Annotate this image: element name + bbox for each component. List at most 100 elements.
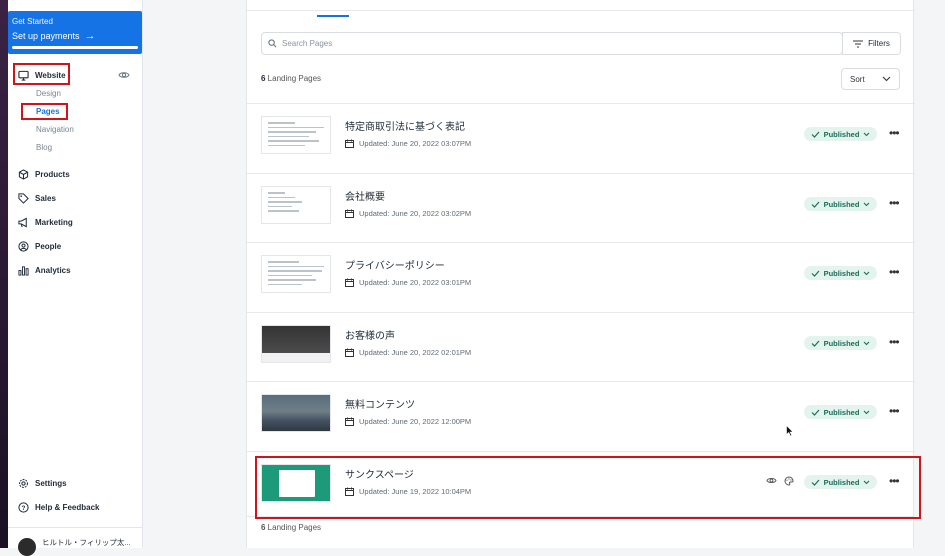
promo-small-label: Get Started xyxy=(12,17,53,26)
eye-icon[interactable] xyxy=(118,70,130,80)
list-item[interactable]: 無料コンテンツ Updated: June 20, 2022 12:00PM P… xyxy=(247,382,915,451)
count-label: Landing Pages xyxy=(265,74,322,83)
bar-chart-icon xyxy=(18,266,29,276)
tag-icon xyxy=(18,193,29,204)
page-thumbnail xyxy=(261,116,331,154)
page-thumbnail xyxy=(261,325,331,363)
calendar-icon xyxy=(345,278,354,287)
updated-text: Updated: June 20, 2022 12:00PM xyxy=(359,417,472,426)
sidebar-item-sales[interactable]: Sales xyxy=(18,193,56,204)
sidebar-item-people[interactable]: People xyxy=(18,241,61,252)
check-icon xyxy=(811,131,820,138)
page-updated: Updated: June 20, 2022 03:07PM xyxy=(345,139,471,148)
sidebar-subitem-design[interactable]: Design xyxy=(36,89,61,98)
more-options-icon[interactable]: ••• xyxy=(889,336,900,348)
megaphone-icon xyxy=(18,217,27,228)
filters-button[interactable]: Filters xyxy=(842,32,901,55)
sidebar-item-label: Marketing xyxy=(35,218,73,227)
landing-pages-count-footer: 6 Landing Pages xyxy=(261,523,321,532)
status-badge[interactable]: Published xyxy=(804,336,877,350)
chevron-down-icon xyxy=(864,202,870,206)
updated-text: Updated: June 20, 2022 02:01PM xyxy=(359,348,472,357)
list-item[interactable]: プライバシーポリシー Updated: June 20, 2022 03:01P… xyxy=(247,243,915,312)
sidebar-item-products[interactable]: Products xyxy=(18,169,70,180)
sort-dropdown[interactable]: Sort xyxy=(841,68,900,90)
status-badge[interactable]: Published xyxy=(804,405,877,419)
page-title[interactable]: 無料コンテンツ xyxy=(345,396,415,411)
list-item[interactable]: お客様の声 Updated: June 20, 2022 02:01PM Pub… xyxy=(247,313,915,382)
status-badge[interactable]: Published xyxy=(804,266,877,280)
search-input[interactable] xyxy=(282,39,822,48)
sidebar-item-analytics[interactable]: Analytics xyxy=(18,265,71,276)
updated-text: Updated: June 20, 2022 03:02PM xyxy=(359,209,472,218)
check-icon xyxy=(811,340,820,347)
page-title[interactable]: 会社概要 xyxy=(345,188,385,203)
calendar-icon xyxy=(345,209,354,218)
page-thumbnail xyxy=(261,255,331,293)
more-options-icon[interactable]: ••• xyxy=(889,405,900,417)
window-edge xyxy=(0,0,8,548)
more-options-icon[interactable]: ••• xyxy=(889,127,900,139)
highlight-box-pages xyxy=(21,103,68,120)
user-name: ヒルトル・フィリップ太... xyxy=(42,538,131,547)
sidebar-item-label: Settings xyxy=(35,479,67,488)
check-icon xyxy=(811,201,820,208)
list-item[interactable]: 特定商取引法に基づく表記 Updated: June 20, 2022 03:0… xyxy=(247,104,915,173)
page-thumbnail xyxy=(261,394,331,432)
page-title[interactable]: プライバシーポリシー xyxy=(345,257,445,272)
status-label: Published xyxy=(823,338,860,348)
sort-label: Sort xyxy=(850,74,865,84)
filter-lines-icon xyxy=(853,39,864,48)
status-label: Published xyxy=(823,129,860,139)
box-icon xyxy=(18,169,29,180)
landing-pages-count: 6 Landing Pages xyxy=(261,74,321,83)
search-bar xyxy=(261,32,843,55)
status-badge[interactable]: Published xyxy=(804,127,877,141)
chevron-down-icon xyxy=(864,271,870,275)
setup-payments-banner[interactable]: Get Started Set up payments → xyxy=(8,11,142,54)
sidebar: Get Started Set up payments → Website De… xyxy=(8,0,143,556)
gear-icon xyxy=(19,479,28,488)
page-updated: Updated: June 20, 2022 02:01PM xyxy=(345,348,471,357)
sidebar-item-label: People xyxy=(35,242,62,251)
calendar-icon xyxy=(345,417,354,426)
calendar-icon xyxy=(345,139,354,148)
check-icon xyxy=(811,409,820,416)
chevron-down-icon xyxy=(864,341,870,345)
status-label: Published xyxy=(823,407,860,417)
sidebar-item-label: Analytics xyxy=(35,266,71,275)
list-item[interactable]: 会社概要 Updated: June 20, 2022 03:02PM Publ… xyxy=(247,174,915,243)
calendar-icon xyxy=(345,348,354,357)
page-updated: Updated: June 20, 2022 03:02PM xyxy=(345,209,471,218)
avatar xyxy=(18,537,36,556)
chevron-down-icon xyxy=(864,410,870,414)
status-badge[interactable]: Published xyxy=(804,197,877,211)
updated-text: Updated: June 20, 2022 03:07PM xyxy=(359,139,472,148)
promo-title: Set up payments xyxy=(12,31,80,41)
svg-text:?: ? xyxy=(22,505,26,512)
more-options-icon[interactable]: ••• xyxy=(889,197,900,209)
highlight-box-thanks-page xyxy=(255,456,921,519)
more-options-icon[interactable]: ••• xyxy=(889,266,900,278)
mouse-cursor-icon xyxy=(786,425,794,437)
count-label: Landing Pages xyxy=(265,523,322,532)
page-title[interactable]: 特定商取引法に基づく表記 xyxy=(345,118,465,133)
sidebar-subitem-blog[interactable]: Blog xyxy=(36,143,52,152)
user-account-menu[interactable]: ヒルトル・フィリップ太... xyxy=(18,537,131,556)
page-thumbnail xyxy=(261,186,331,224)
sidebar-item-settings[interactable]: Settings xyxy=(18,478,67,489)
status-label: Published xyxy=(823,268,860,278)
sidebar-item-help[interactable]: ? Help & Feedback xyxy=(18,502,99,513)
tabs-divider xyxy=(247,10,915,11)
progress-bar xyxy=(12,46,138,49)
sidebar-item-label: Sales xyxy=(35,194,56,203)
status-label: Published xyxy=(823,199,860,209)
sidebar-subitem-navigation[interactable]: Navigation xyxy=(36,125,74,134)
page-title[interactable]: お客様の声 xyxy=(345,327,395,342)
highlight-box-website xyxy=(13,63,70,85)
sidebar-item-label: Products xyxy=(35,170,70,179)
page-updated: Updated: June 20, 2022 12:00PM xyxy=(345,417,471,426)
search-icon xyxy=(268,39,277,48)
sidebar-item-marketing[interactable]: Marketing xyxy=(18,217,73,228)
question-icon: ? xyxy=(18,502,29,513)
